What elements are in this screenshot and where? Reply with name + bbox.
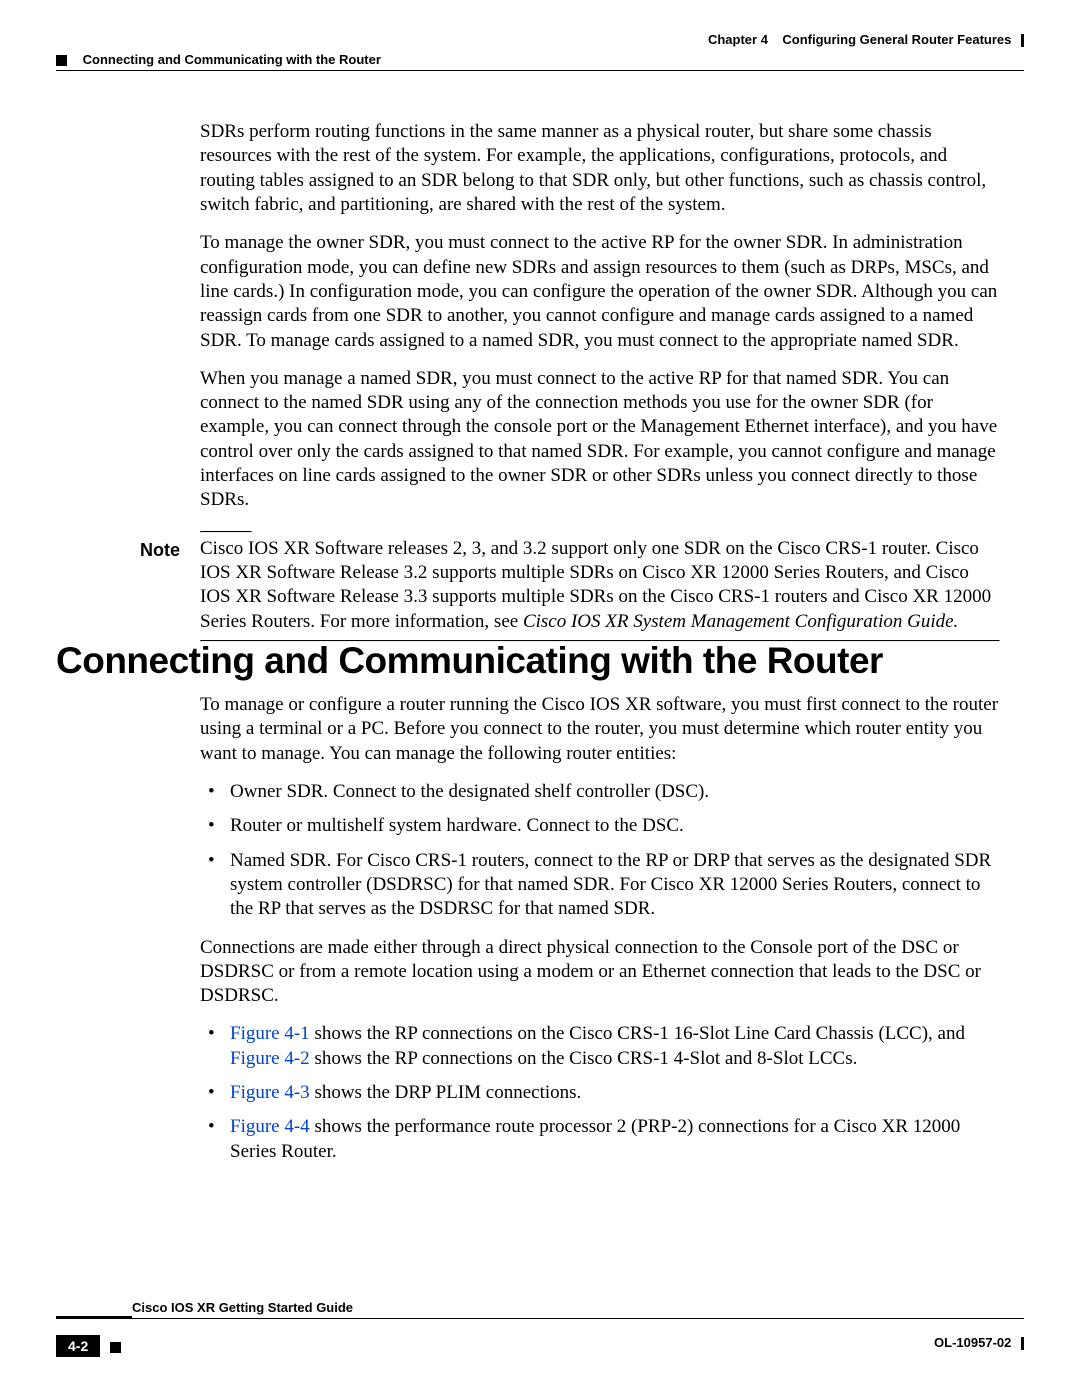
note-label: Note — [140, 537, 200, 634]
paragraph: Connections are made either through a di… — [200, 936, 1000, 1009]
footer-rule — [56, 1318, 1024, 1319]
list-text: shows the DRP PLIM connections. — [310, 1082, 582, 1103]
note-body: Cisco IOS XR Software releases 2, 3, and… — [200, 537, 1000, 634]
figure-link[interactable]: Figure 4-2 — [230, 1048, 310, 1069]
figure-link[interactable]: Figure 4-4 — [230, 1116, 310, 1137]
footer-bar-icon — [1021, 1337, 1024, 1350]
body-block-2: To manage or configure a router running … — [200, 693, 1000, 1178]
footer-rule-heavy — [56, 1316, 132, 1319]
running-subheader: Connecting and Communicating with the Ro… — [56, 52, 1024, 67]
header-bar-icon — [1021, 34, 1024, 47]
list-item: Router or multishelf system hardware. Co… — [200, 814, 1000, 838]
paragraph: When you manage a named SDR, you must co… — [200, 367, 1000, 513]
note-block: Note Cisco IOS XR Software releases 2, 3… — [200, 537, 1000, 634]
page-footer: 4-2 OL-10957-02 — [56, 1335, 1024, 1357]
doc-number: OL-10957-02 — [934, 1335, 1011, 1350]
list-item: Named SDR. For Cisco CRS-1 routers, conn… — [200, 849, 1000, 922]
square-bullet-icon — [110, 1342, 121, 1353]
paragraph: To manage the owner SDR, you must connec… — [200, 231, 1000, 353]
chapter-title: Configuring General Router Features — [782, 32, 1011, 47]
list-text: shows the RP connections on the Cisco CR… — [310, 1023, 965, 1044]
bullet-list-links: Figure 4-1 shows the RP connections on t… — [200, 1022, 1000, 1164]
paragraph: SDRs perform routing functions in the sa… — [200, 120, 1000, 217]
paragraph: To manage or configure a router running … — [200, 693, 1000, 766]
bullet-list: Owner SDR. Connect to the designated she… — [200, 780, 1000, 922]
footer-guide-title: Cisco IOS XR Getting Started Guide — [132, 1300, 1024, 1315]
note-rule-top — [200, 531, 252, 533]
list-item: Figure 4-3 shows the DRP PLIM connection… — [200, 1081, 1000, 1105]
list-item: Figure 4-4 shows the performance route p… — [200, 1115, 1000, 1164]
header-rule — [56, 70, 1024, 71]
list-item: Owner SDR. Connect to the designated she… — [200, 780, 1000, 804]
square-bullet-icon — [56, 55, 67, 66]
chapter-label: Chapter 4 — [708, 32, 768, 47]
body-block-1: SDRs perform routing functions in the sa… — [200, 120, 1000, 662]
note-citation: Cisco IOS XR System Management Configura… — [523, 611, 958, 632]
figure-link[interactable]: Figure 4-1 — [230, 1023, 310, 1044]
section-breadcrumb: Connecting and Communicating with the Ro… — [83, 52, 381, 67]
section-heading: Connecting and Communicating with the Ro… — [56, 640, 1000, 682]
page-number: 4-2 — [56, 1335, 100, 1357]
running-header: Chapter 4 Configuring General Router Fea… — [56, 32, 1024, 47]
list-item: Figure 4-1 shows the RP connections on t… — [200, 1022, 1000, 1071]
figure-link[interactable]: Figure 4-3 — [230, 1082, 310, 1103]
list-text: shows the RP connections on the Cisco CR… — [310, 1048, 858, 1069]
list-text: shows the performance route processor 2 … — [230, 1116, 960, 1161]
